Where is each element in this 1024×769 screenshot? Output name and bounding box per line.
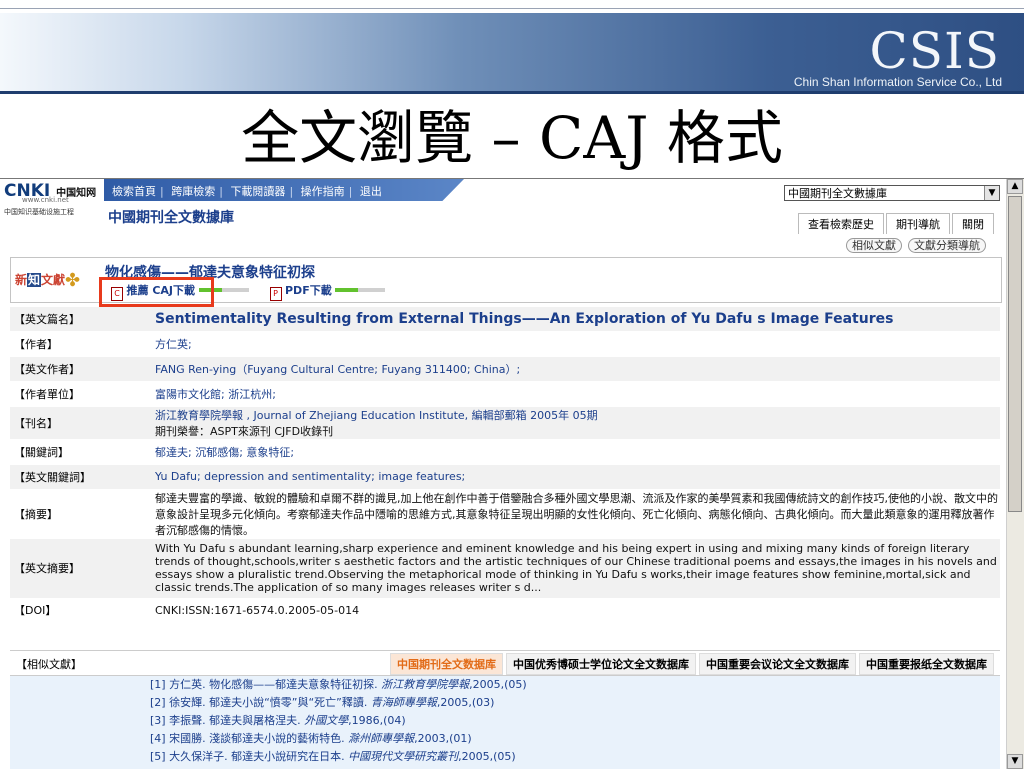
- database-select-value: 中國期刊全文數據庫: [788, 187, 887, 200]
- meta-key: 【英文摘要】: [10, 538, 149, 599]
- tab-journal-nav[interactable]: 期刊導航: [886, 213, 950, 234]
- cnki-logo-url: www.cnki.net: [22, 196, 69, 204]
- related-source[interactable]: 浙江教育學院學報: [381, 678, 469, 691]
- meta-key: 【刊名】: [10, 406, 149, 440]
- csis-logo: CSIS: [869, 22, 1000, 80]
- related-source[interactable]: 中國現代文學研究叢刊: [348, 750, 458, 763]
- nav-cross-search[interactable]: 跨庫檢索: [167, 185, 219, 198]
- slide-banner: CSIS Chin Shan Information Service Co., …: [0, 13, 1024, 91]
- related-source[interactable]: 滁州師專學報: [348, 732, 414, 745]
- meta-key: 【英文關鍵詞】: [10, 464, 149, 490]
- csis-company-name: Chin Shan Information Service Co., Ltd: [793, 75, 1002, 89]
- metadata-table: 【英文篇名】 Sentimentality Resulting from Exte…: [10, 307, 1000, 623]
- chevron-down-icon[interactable]: ▼: [984, 186, 999, 200]
- related-issue: ,1986,(04): [348, 714, 406, 727]
- related-title[interactable]: [2] 徐安輝. 郁達夫小說“憤零”與“死亡”釋讀.: [150, 696, 367, 709]
- pdf-download-link[interactable]: PDF下載: [285, 284, 332, 297]
- meta-key: 【作者】: [10, 331, 149, 357]
- publisher-logo-left: 新: [15, 273, 28, 287]
- scroll-thumb[interactable]: [1008, 196, 1022, 512]
- nav-logout[interactable]: 退出: [356, 185, 386, 198]
- meta-key: 【英文篇名】: [10, 307, 149, 332]
- list-item[interactable]: [1] 方仁英. 物化感傷——郁達夫意象特征初探. 浙江教育學院學報,2005,…: [150, 676, 1024, 694]
- related-issue: ,2005,(05): [469, 678, 527, 691]
- related-title[interactable]: [1] 方仁英. 物化感傷——郁達夫意象特征初探.: [150, 678, 378, 691]
- english-author[interactable]: FANG Ren-ying（Fuyang Cultural Centre; Fu…: [149, 356, 1000, 382]
- related-tabs: 中国期刊全文数据库 中国优秀博硕士学位论文全文数据库 中国重要会议论文全文数据库 中国…: [387, 653, 994, 675]
- nav-download-reader[interactable]: 下載閱讀器: [226, 185, 289, 198]
- vertical-scrollbar[interactable]: ▲ ▼: [1006, 179, 1024, 769]
- publisher-logo-mid: 知: [27, 273, 42, 287]
- right-tabs: 查看檢索歷史 期刊導航 關閉: [796, 213, 994, 234]
- meta-key: 【關鍵詞】: [10, 439, 149, 465]
- english-abstract: With Yu Dafu s abundant learning,sharp e…: [149, 538, 1000, 599]
- tab-journal-db[interactable]: 中国期刊全文数据库: [390, 653, 503, 675]
- abstract: 郁達夫豐富的學識、敏銳的體驗和卓爾不群的識見,加上他在創作中善于借鑒融合多種外國…: [149, 489, 1000, 539]
- related-source[interactable]: 外國文學: [304, 714, 348, 727]
- journal-link[interactable]: 浙江教育學院學報 , Journal of Zhejiang Education…: [155, 407, 1000, 423]
- meta-key: 【DOI】: [10, 598, 149, 623]
- scroll-down-icon[interactable]: ▼: [1007, 754, 1023, 769]
- banner-rule: [0, 91, 1024, 94]
- related-header: 【相似文獻】 中国期刊全文数据库 中国优秀博硕士学位论文全文数据库 中国重要会议论文…: [10, 650, 1000, 676]
- tab-thesis-db[interactable]: 中国优秀博硕士学位论文全文数据库: [506, 653, 696, 675]
- database-heading: 中國期刊全文數據庫: [108, 210, 234, 226]
- top-rule: [0, 8, 1024, 9]
- link-similar-docs[interactable]: 相似文獻: [846, 238, 902, 253]
- author-unit[interactable]: 富陽市文化館; 浙江杭州;: [149, 381, 1000, 407]
- database-select[interactable]: 中國期刊全文數據庫 ▼: [784, 185, 1000, 201]
- author-link[interactable]: 方仁英;: [149, 331, 1000, 357]
- publisher-logo: 新知文獻✤: [15, 270, 80, 291]
- list-item[interactable]: [4] 宋國勝. 淺談郁達夫小說的藝術特色. 滁州師專學報,2003,(01): [150, 730, 1024, 748]
- journal-name: 浙江教育學院學報 , Journal of Zhejiang Education…: [149, 406, 1000, 440]
- slide-title: 全文瀏覽 – CAJ 格式: [241, 104, 783, 172]
- meta-key: 【作者單位】: [10, 381, 149, 407]
- list-item[interactable]: [3] 李振聲. 郁達夫與屠格涅夫. 外國文學,1986,(04): [150, 712, 1024, 730]
- meta-key: 【摘要】: [10, 489, 149, 539]
- list-item[interactable]: [5] 大久保洋子. 郁達夫小說研究在日本. 中國現代文學研究叢刊,2005,(…: [150, 748, 1024, 766]
- list-item[interactable]: [2] 徐安輝. 郁達夫小說“憤零”與“死亡”釋讀. 青海師專學報,2005,(…: [150, 694, 1024, 712]
- related-title[interactable]: [5] 大久保洋子. 郁達夫小說研究在日本.: [150, 750, 345, 763]
- doi: CNKI:ISSN:1671-6574.0.2005-05-014: [149, 598, 1000, 623]
- cnki-logo[interactable]: CNKI 中国知网 www.cnki.net 中国知识基础设施工程: [4, 181, 102, 217]
- nav-guide[interactable]: 操作指南: [297, 185, 349, 198]
- english-keywords[interactable]: Yu Dafu; depression and sentimentality; …: [149, 464, 1000, 490]
- pdf-file-icon[interactable]: P: [269, 287, 282, 301]
- related-key: 【相似文獻】: [16, 658, 82, 671]
- tab-search-history[interactable]: 查看檢索歷史: [798, 213, 884, 234]
- related-issue: ,2005,(03): [436, 696, 495, 709]
- related-title[interactable]: [3] 李振聲. 郁達夫與屠格涅夫.: [150, 714, 301, 727]
- keywords[interactable]: 郁達夫; 沉郁感傷; 意象特征;: [149, 439, 1000, 465]
- cnki-logo-tagline: 中国知识基础设施工程: [4, 208, 74, 216]
- sub-links: 相似文獻 文獻分類導航: [840, 237, 986, 253]
- nav-home[interactable]: 檢索首頁: [108, 185, 160, 198]
- publisher-logo-right: 文獻: [41, 273, 66, 287]
- meta-key: 【英文作者】: [10, 356, 149, 382]
- journal-honors: 期刊榮譽：ASPT來源刊 CJFD收錄刊: [155, 424, 334, 438]
- pdf-progress-bar: [335, 288, 386, 292]
- english-title: Sentimentality Resulting from External T…: [149, 307, 1000, 332]
- browser-screenshot: CNKI 中国知网 www.cnki.net 中国知识基础设施工程 檢索首頁 | …: [0, 178, 1024, 769]
- tab-conference-db[interactable]: 中国重要会议论文全文数据库: [699, 653, 856, 675]
- related-issue: ,2005,(05): [458, 750, 516, 763]
- related-docs: 【相似文獻】 中国期刊全文数据库 中国优秀博硕士学位论文全文数据库 中国重要会议论文…: [10, 650, 1000, 769]
- caj-highlight-box: [99, 277, 214, 307]
- tab-newspaper-db[interactable]: 中国重要报纸全文数据库: [859, 653, 994, 675]
- link-classification-nav[interactable]: 文獻分類導航: [908, 238, 986, 253]
- tab-close[interactable]: 關閉: [952, 213, 994, 234]
- related-title[interactable]: [4] 宋國勝. 淺談郁達夫小說的藝術特色.: [150, 732, 345, 745]
- wheel-icon: ✤: [65, 270, 81, 291]
- related-list: [1] 方仁英. 物化感傷——郁達夫意象特征初探. 浙江教育學院學報,2005,…: [10, 676, 1000, 769]
- top-navigation: 檢索首頁 | 跨庫檢索 | 下載閱讀器 | 操作指南 | 退出: [108, 183, 386, 199]
- cnki-navbar: CNKI 中国知网 www.cnki.net 中国知识基础设施工程 檢索首頁 | …: [0, 179, 1006, 216]
- scroll-up-icon[interactable]: ▲: [1007, 179, 1023, 194]
- related-issue: ,2003,(01): [414, 732, 472, 745]
- related-source[interactable]: 青海師專學報: [371, 696, 437, 709]
